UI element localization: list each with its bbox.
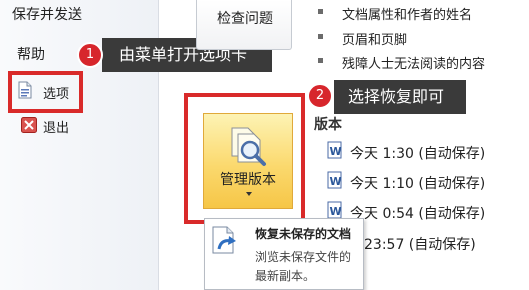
inspect-list-item: 页眉和页脚 — [342, 33, 408, 48]
nav-item-help[interactable]: 帮助 — [17, 44, 45, 64]
check-issues-button[interactable]: 检查问题 — [196, 0, 292, 50]
version-item[interactable]: 今天 1:10 (自动保存) — [350, 173, 485, 193]
manage-version-dropdown: 恢复未保存的文档 浏览未保存文件的 最新副本。 — [204, 218, 364, 290]
recover-doc-icon — [209, 225, 239, 257]
dropdown-arrow-icon — [246, 192, 252, 196]
manage-version-button[interactable]: 管理版本 — [203, 113, 293, 209]
list-bullet — [318, 58, 323, 63]
recover-unsaved-desc-line2: 最新副本。 — [255, 269, 316, 283]
step1-number-badge: 1 — [77, 42, 103, 68]
svg-text:W: W — [330, 145, 342, 158]
inspect-list-item: 文档属性和作者的姓名 — [342, 8, 473, 23]
step2-number-badge: 2 — [307, 83, 333, 109]
check-issues-label: 检查问题 — [217, 11, 273, 27]
step2-text: 选择恢复即可 — [348, 87, 445, 106]
version-item[interactable]: 今天 0:54 (自动保存) — [350, 203, 485, 223]
svg-text:W: W — [330, 175, 342, 188]
manage-version-label: 管理版本 — [220, 172, 276, 188]
exit-icon — [21, 117, 37, 133]
list-bullet — [318, 34, 323, 39]
recover-unsaved-desc-line1: 浏览未保存文件的 — [255, 250, 352, 264]
step2-callout: 选择恢复即可 — [334, 80, 466, 114]
nav-item-save-send[interactable]: 保存并发送 — [12, 4, 82, 24]
svg-text:W: W — [330, 205, 342, 218]
word-doc-icon: W — [326, 201, 344, 219]
nav-item-exit[interactable]: 退出 — [43, 117, 69, 136]
manage-version-icon — [228, 126, 268, 170]
word-doc-icon: W — [326, 171, 344, 189]
version-item[interactable]: 今天 1:30 (自动保存) — [350, 143, 485, 163]
inspect-list-item: 残障人士无法阅读的内容 — [342, 57, 486, 72]
recover-unsaved-title[interactable]: 恢复未保存的文档 — [255, 225, 351, 242]
word-doc-icon: W — [326, 141, 344, 159]
options-highlight-box — [8, 71, 83, 113]
list-bullet — [318, 9, 323, 14]
versions-heading: 版本 — [314, 117, 342, 133]
version-item[interactable]: 23:57 (自动保存) — [364, 234, 476, 254]
